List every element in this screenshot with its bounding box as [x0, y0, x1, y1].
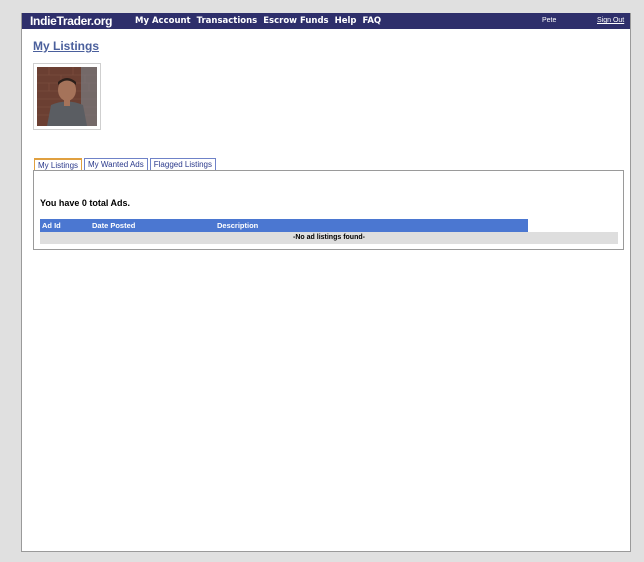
listings-table-header: Ad Id Date Posted Description	[40, 219, 528, 232]
column-header-description[interactable]: Description	[217, 221, 258, 230]
site-logo[interactable]: IndieTrader.org	[30, 14, 113, 28]
nav-my-account[interactable]: My Account	[135, 16, 191, 26]
nav-escrow-funds[interactable]: Escrow Funds	[263, 16, 328, 26]
sign-out-link[interactable]: Sign Out	[597, 17, 624, 24]
nav-help[interactable]: Help	[335, 16, 357, 26]
nav-links: My Account Transactions Escrow Funds Hel…	[135, 16, 381, 26]
nav-faq[interactable]: FAQ	[363, 16, 382, 26]
avatar-frame	[33, 63, 101, 130]
nav-transactions[interactable]: Transactions	[197, 16, 258, 26]
empty-listings-row: -No ad listings found-	[40, 232, 618, 244]
total-ads-summary: You have 0 total Ads.	[40, 198, 131, 208]
user-name-link[interactable]: Pete	[542, 17, 556, 24]
page-container: IndieTrader.org My Account Transactions …	[21, 13, 631, 552]
listings-panel: You have 0 total Ads. Ad Id Date Posted …	[33, 170, 624, 250]
top-navbar: IndieTrader.org My Account Transactions …	[22, 13, 630, 29]
page-title[interactable]: My Listings	[33, 39, 99, 53]
column-header-ad-id[interactable]: Ad Id	[42, 221, 61, 230]
column-header-date-posted[interactable]: Date Posted	[92, 221, 135, 230]
browser-top-strip	[0, 0, 644, 13]
avatar	[37, 67, 97, 126]
